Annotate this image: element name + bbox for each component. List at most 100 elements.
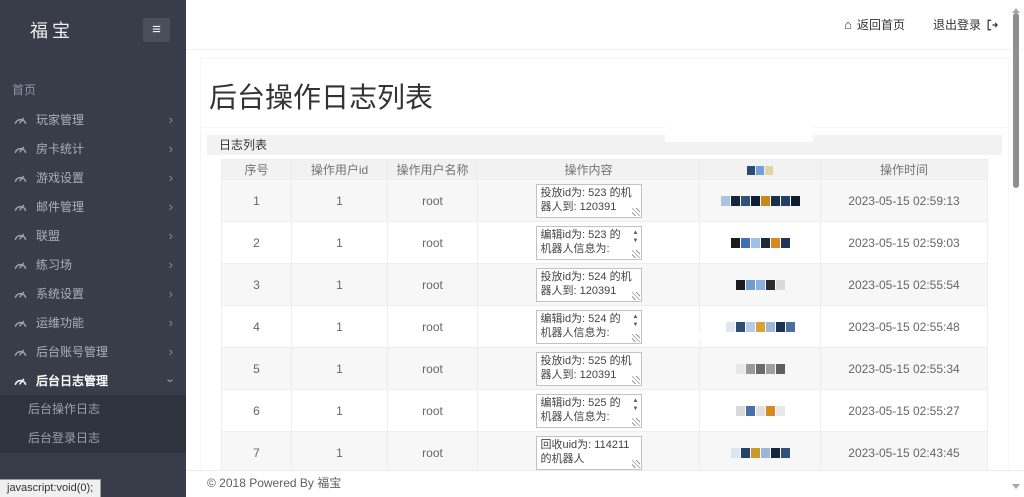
chevron-right-icon: › [169,258,173,271]
cell-redacted [700,222,821,264]
col-header-time: 操作时间 [821,160,988,180]
scroll-down-icon[interactable]: ▼ [633,238,639,244]
sidebar-item-system-settings[interactable]: 系统设置› [0,279,186,308]
cell-content: 编辑id为: 525 的机器人信息为: ▲ ▼ [478,390,700,432]
sidebar-item-label: 邮件管理 [36,198,169,215]
sidebar: 福宝 ≡ 首页 玩家管理› 房卡统计› 游戏设置› 邮件管理› 联盟› 练习场› [0,0,186,497]
redacted-pixelation [736,406,785,416]
cell-redacted [700,264,821,306]
page-title: 后台操作日志列表 [209,76,1000,116]
sidebar-item-label: 后台日志管理 [36,372,169,389]
sidebar-item-admin-log-management[interactable]: 后台日志管理› [0,366,186,395]
sidebar-logo-bar: 福宝 ≡ [0,0,186,60]
cell-time: 2023-05-15 02:55:34 [821,348,988,390]
sidebar-item-ops-functions[interactable]: 运维功能› [0,308,186,337]
col-header-uid: 操作用户id [292,160,388,180]
sidebar-item-game-settings[interactable]: 游戏设置› [0,163,186,192]
chevron-right-icon: › [169,345,173,358]
cell-no: 7 [222,432,292,471]
cell-content: 投放id为: 525 的机器人到: 120391 [478,348,700,390]
hamburger-icon: ≡ [152,21,161,38]
sidebar-item-mail-management[interactable]: 邮件管理› [0,192,186,221]
scroll-up-icon[interactable]: ▲ [633,230,639,236]
operation-content-textarea[interactable]: 投放id为: 525 的机器人到: 120391 [536,352,642,386]
col-header-uname: 操作用户名称 [388,160,478,180]
resize-grip-icon[interactable] [632,460,640,468]
logout-link[interactable]: 退出登录 [933,16,998,33]
scroll-up-icon[interactable]: ▲ [633,314,639,320]
log-card: 后台操作日志列表 日志列表 序号 操作用户id 操作用户名称 操作内容 [200,58,1009,470]
scroll-up-icon[interactable]: ▲ [633,398,639,404]
chevron-right-icon: › [169,229,173,242]
sidebar-item-practice-field[interactable]: 练习场› [0,250,186,279]
cell-no: 6 [222,390,292,432]
sidebar-item-label: 联盟 [36,227,169,244]
resize-grip-icon[interactable] [632,376,640,384]
cell-content: 编辑id为: 523 的机器人信息为: ▲ ▼ [478,222,700,264]
chevron-down-icon: › [164,378,177,382]
cell-redacted [700,348,821,390]
cell-content: 投放id为: 523 的机器人到: 120391 [478,180,700,222]
operation-content-textarea[interactable]: 编辑id为: 525 的机器人信息为: [536,394,642,428]
operation-content-textarea[interactable]: 回收uid为: 114211 的机器人 [536,436,642,470]
sidebar-subitem-operation-log[interactable]: 后台操作日志 [0,395,186,424]
scrollbar-down-icon[interactable] [1012,484,1020,493]
cell-time: 2023-05-15 02:59:13 [821,180,988,222]
page-scrollbar[interactable] [1007,0,1024,497]
cell-time: 2023-05-15 02:59:03 [821,222,988,264]
cell-uid: 1 [292,432,388,471]
sidebar-item-label: 房卡统计 [36,140,169,157]
scroll-down-icon[interactable]: ▼ [633,406,639,412]
cell-content: 投放id为: 524 的机器人到: 120391 [478,264,700,306]
cell-uname: root [388,264,478,306]
scrollbar-up-icon[interactable] [1012,4,1020,13]
cell-uname: root [388,432,478,471]
resize-grip-icon[interactable] [632,292,640,300]
resize-grip-icon[interactable] [632,334,640,342]
cell-uid: 1 [292,264,388,306]
back-home-link[interactable]: ⌂ 返回首页 [844,16,905,33]
sidebar-item-player-management[interactable]: 玩家管理› [0,105,186,134]
redacted-pixelation [726,322,795,332]
chevron-right-icon: › [169,142,173,155]
operation-content-textarea[interactable]: 投放id为: 523 的机器人到: 120391 [536,184,642,218]
resize-grip-icon[interactable] [632,250,640,258]
chevron-right-icon: › [169,171,173,184]
cell-no: 4 [222,306,292,348]
table-row: 7 1 root 回收uid为: 114211 的机器人 2023-05-15 … [222,432,988,471]
cell-uname: root [388,390,478,432]
sidebar-item-home[interactable]: 首页 [0,76,186,105]
sidebar-item-admin-account-management[interactable]: 后台账号管理› [0,337,186,366]
status-tooltip: javascript:void(0); [0,479,101,497]
table-header-row: 序号 操作用户id 操作用户名称 操作内容 操作时间 [222,160,988,180]
sidebar-subitem-login-log[interactable]: 后台登录日志 [0,424,186,453]
chevron-right-icon: › [169,287,173,300]
resize-grip-icon[interactable] [632,418,640,426]
redacted-pixelation [736,280,785,290]
sidebar-item-roomcard-stats[interactable]: 房卡统计› [0,134,186,163]
log-table-wrap: 序号 操作用户id 操作用户名称 操作内容 操作时间 1 1 [221,159,988,470]
operation-content-textarea[interactable]: 编辑id为: 524 的机器人信息为: [536,310,642,344]
cell-redacted [700,180,821,222]
sidebar-submenu: 后台操作日志 后台登录日志 [0,395,186,453]
operation-content-textarea[interactable]: 编辑id为: 523 的机器人信息为: [536,226,642,260]
cell-content: 编辑id为: 524 的机器人信息为: ▲ ▼ [478,306,700,348]
gauge-icon [14,229,27,242]
cell-uname: root [388,348,478,390]
sidebar-item-alliance[interactable]: 联盟› [0,221,186,250]
menu-toggle-button[interactable]: ≡ [143,18,170,42]
scrollbar-thumb[interactable] [1013,13,1019,188]
sidebar-item-label: 游戏设置 [36,169,169,186]
gauge-icon [14,374,27,387]
resize-grip-icon[interactable] [632,208,640,216]
scroll-down-icon[interactable]: ▼ [633,322,639,328]
cell-no: 5 [222,348,292,390]
cell-time: 2023-05-15 02:43:45 [821,432,988,471]
cell-uid: 1 [292,306,388,348]
brand-logo: 福宝 [30,17,74,43]
operation-content-textarea[interactable]: 投放id为: 524 的机器人到: 120391 [536,268,642,302]
table-row: 6 1 root 编辑id为: 525 的机器人信息为: ▲▼ 2023-05-… [222,390,988,432]
cell-redacted [700,432,821,471]
sidebar-item-label: 玩家管理 [36,111,169,128]
redacted-pixelation [721,196,800,206]
